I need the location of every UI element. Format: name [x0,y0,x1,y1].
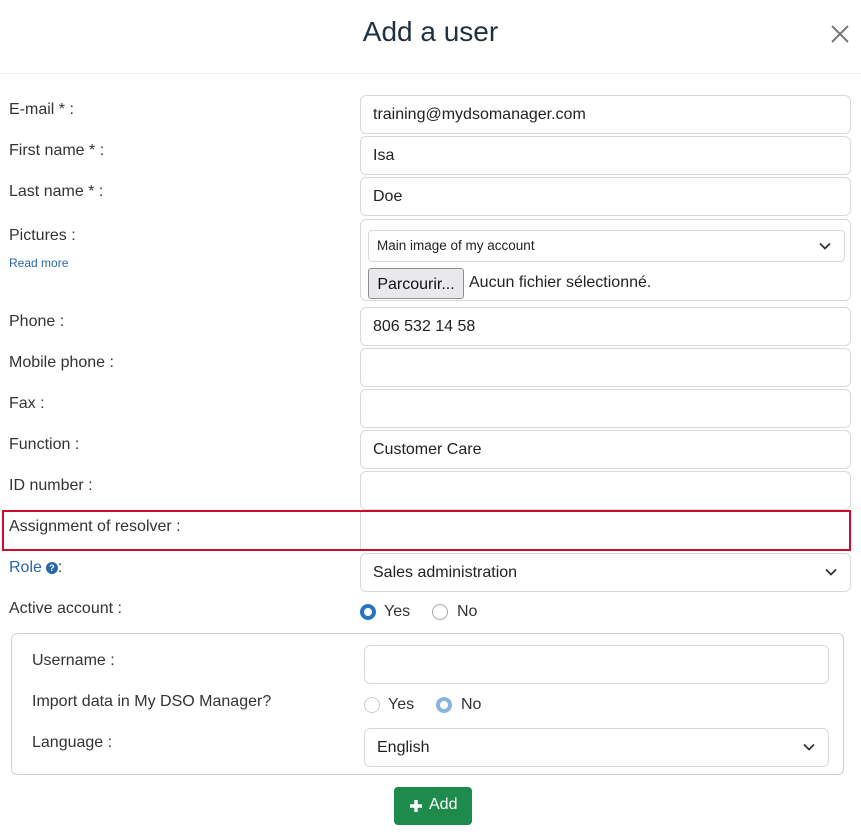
chevron-down-icon [825,568,837,576]
modal-title: Add a user [362,16,499,47]
pictures-box: Main image of my account Parcourir... Au… [360,219,851,301]
chevron-down-icon [819,242,831,250]
active-account-label: Active account : [9,600,122,617]
id-number-field[interactable] [360,471,851,510]
phone-label: Phone : [9,313,65,330]
active-account-no-radio[interactable] [432,604,448,620]
highlight-box [2,510,851,551]
username-field[interactable] [364,645,829,684]
role-label-row: Role?: [9,559,62,577]
fax-label: Fax : [9,395,45,412]
language-select[interactable]: English [364,728,829,767]
language-label: Language : [32,734,113,751]
id-number-label: ID number : [9,477,93,494]
import-data-label: Import data in My DSO Manager? [32,693,272,710]
first-name-field[interactable]: Isa [360,136,851,175]
mobile-phone-field[interactable] [360,348,851,387]
mobile-phone-label: Mobile phone : [9,354,114,371]
pictures-label: Pictures : [9,227,76,244]
role-value: Sales administration [373,564,518,581]
add-user-modal: Add a user E-mail * : training@mydsomana… [0,0,861,837]
last-name-label: Last name * : [9,183,104,200]
function-field[interactable]: Customer Care [360,430,851,469]
email-field[interactable]: training@mydsomanager.com [360,95,851,134]
active-account-yes-label: Yes [384,603,411,620]
email-label: E-mail * : [9,101,74,118]
active-account-no-label: No [457,603,478,620]
fax-field[interactable] [360,389,851,428]
chevron-down-icon [803,743,815,751]
file-status-text: Aucun fichier sélectionné. [469,274,652,291]
add-button[interactable]: Add [394,787,472,825]
first-name-label: First name * : [9,142,105,159]
import-data-no-label: No [461,696,482,713]
help-icon[interactable]: ? [45,562,58,574]
import-data-yes-radio[interactable] [364,697,380,713]
modal-header: Add a user [0,0,861,74]
function-label: Function : [9,436,80,453]
close-icon[interactable] [826,20,854,48]
username-label: Username : [32,652,115,669]
import-data-no-radio[interactable] [436,697,452,713]
picture-type-select[interactable]: Main image of my account [368,230,845,262]
read-more-link[interactable]: Read more [9,256,68,270]
role-select[interactable]: Sales administration [360,553,851,592]
import-data-yes-label: Yes [388,696,415,713]
browse-button[interactable]: Parcourir... [368,268,464,299]
role-label-suffix: : [57,559,63,576]
plus-icon [410,800,422,812]
add-button-label: Add [429,796,458,813]
picture-type-value: Main image of my account [377,238,535,253]
phone-field[interactable]: 806 532 14 58 [360,307,851,346]
role-link[interactable]: Role [9,559,42,576]
last-name-field[interactable]: Doe [360,177,851,216]
language-value: English [377,739,430,756]
active-account-yes-radio[interactable] [360,604,376,620]
